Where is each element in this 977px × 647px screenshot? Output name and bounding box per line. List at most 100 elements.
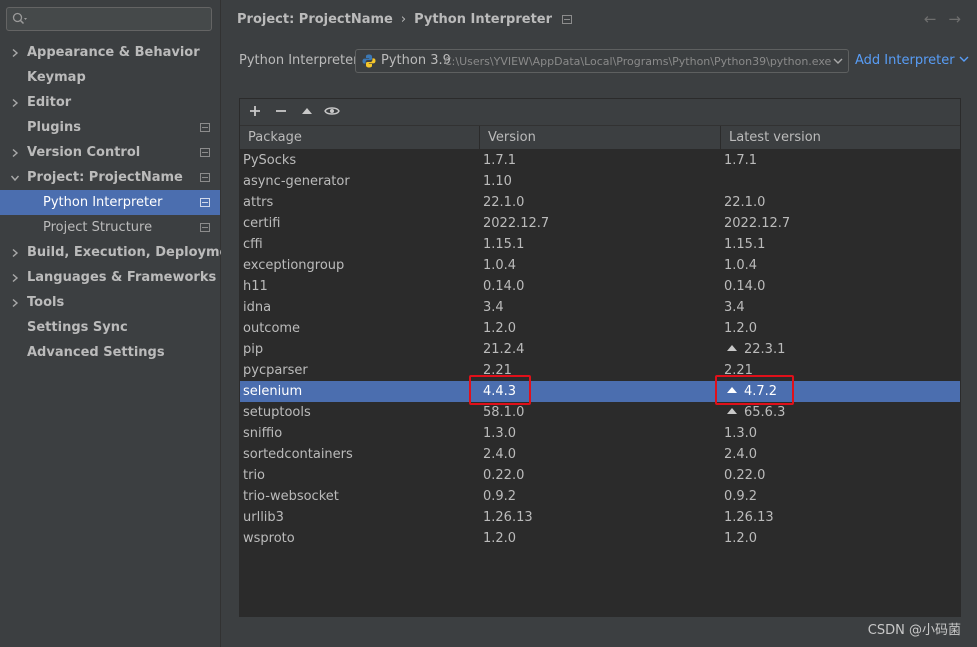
history-navigation: ← → <box>912 10 961 28</box>
table-row[interactable]: exceptiongroup 1.0.4 1.0.4 <box>240 255 960 276</box>
sidebar-item-label: Editor <box>27 95 72 110</box>
column-header-latest-version[interactable]: Latest version <box>721 126 960 150</box>
sidebar-item-label: Settings Sync <box>27 320 128 335</box>
package-name: wsproto <box>243 531 295 546</box>
package-version: 0.9.2 <box>483 489 517 504</box>
minus-icon <box>276 110 286 112</box>
sidebar-item-label: Build, Execution, Deployment <box>27 245 244 260</box>
sidebar-item-editor[interactable]: Editor <box>0 90 220 115</box>
package-latest-version: 1.7.1 <box>724 150 757 171</box>
table-row[interactable]: urllib3 1.26.13 1.26.13 <box>240 507 960 528</box>
packages-table: Package Version Latest version PySocks 1.… <box>240 126 960 616</box>
back-arrow-icon[interactable]: ← <box>924 10 937 28</box>
chevron-down-icon <box>959 56 969 67</box>
settings-sidebar: Appearance & Behavior Keymap Editor Plugins… <box>0 0 244 647</box>
table-row[interactable]: h11 0.14.0 0.14.0 <box>240 276 960 297</box>
table-row[interactable]: async-generator 1.10 <box>240 171 960 192</box>
package-latest-version: 2.4.0 <box>724 444 757 465</box>
sidebar-item-languages-frameworks[interactable]: Languages & Frameworks <box>0 265 220 290</box>
latest-version-highlight-box <box>715 375 794 405</box>
latest-version-text: 22.1.0 <box>724 195 766 210</box>
sidebar-item-build-execution-deployment[interactable]: Build, Execution, Deployment <box>0 240 244 265</box>
sidebar-item-appearance-behavior[interactable]: Appearance & Behavior <box>0 40 220 65</box>
interpreter-path: C:\Users\YVIEW\AppData\Local\Programs\Py… <box>444 55 832 68</box>
package-name: pip <box>243 342 264 357</box>
table-row[interactable]: certifi 2022.12.7 2022.12.7 <box>240 213 960 234</box>
breadcrumb-separator: › <box>400 12 407 27</box>
package-name: cffi <box>243 237 263 252</box>
sidebar-item-version-control[interactable]: Version Control <box>0 140 220 165</box>
table-row[interactable]: setuptools 58.1.0 65.6.3 <box>240 402 960 423</box>
breadcrumb-page: Python Interpreter <box>414 12 553 27</box>
package-version: 1.10 <box>483 174 512 189</box>
package-latest-version: 2022.12.7 <box>724 213 790 234</box>
column-header-version[interactable]: Version <box>480 126 721 150</box>
package-latest-version: 22.1.0 <box>724 192 765 213</box>
chevron-right-icon[interactable] <box>10 40 20 65</box>
package-name: sniffio <box>243 426 283 441</box>
interpreter-label: Python Interpreter: <box>239 53 363 68</box>
chevron-down-icon[interactable] <box>10 165 20 190</box>
sidebar-item-python-interpreter[interactable]: Python Interpreter <box>0 190 220 215</box>
table-row[interactable]: idna 3.4 3.4 <box>240 297 960 318</box>
column-header-package[interactable]: Package <box>240 126 480 150</box>
interpreter-select[interactable]: Python 3.9 C:\Users\YVIEW\AppData\Local\… <box>355 49 849 73</box>
table-row[interactable]: outcome 1.2.0 1.2.0 <box>240 318 960 339</box>
package-name: PySocks <box>243 153 297 168</box>
table-row[interactable]: cffi 1.15.1 1.15.1 <box>240 234 960 255</box>
latest-version-text: 2.4.0 <box>724 447 758 462</box>
sidebar-item-advanced-settings[interactable]: Advanced Settings <box>0 340 220 365</box>
package-name: pycparser <box>243 363 308 378</box>
table-row[interactable]: sniffio 1.3.0 1.3.0 <box>240 423 960 444</box>
table-row[interactable]: PySocks 1.7.1 1.7.1 <box>240 150 960 171</box>
chevron-right-icon[interactable] <box>10 240 20 265</box>
table-row[interactable]: pycparser 2.21 2.21 <box>240 360 960 381</box>
package-version: 2022.12.7 <box>483 216 550 231</box>
table-row[interactable]: sortedcontainers 2.4.0 2.4.0 <box>240 444 960 465</box>
sidebar-item-tools[interactable]: Tools <box>0 290 220 315</box>
sidebar-item-label: Languages & Frameworks <box>27 270 217 285</box>
table-row[interactable]: wsproto 1.2.0 1.2.0 <box>240 528 960 549</box>
sidebar-item-plugins[interactable]: Plugins <box>0 115 220 140</box>
chevron-right-icon[interactable] <box>10 140 20 165</box>
table-row[interactable]: trio-websocket 0.9.2 0.9.2 <box>240 486 960 507</box>
sidebar-item-label: Advanced Settings <box>27 345 165 360</box>
package-version: 0.14.0 <box>483 279 525 294</box>
package-latest-version: 1.26.13 <box>724 507 774 528</box>
forward-arrow-icon[interactable]: → <box>948 10 961 28</box>
upgrade-arrow-icon <box>302 108 312 114</box>
table-row[interactable]: trio 0.22.0 0.22.0 <box>240 465 960 486</box>
breadcrumb-project[interactable]: Project: ProjectName <box>237 12 393 27</box>
sidebar-item-label: Appearance & Behavior <box>27 45 200 60</box>
show-early-releases-button[interactable] <box>323 103 341 121</box>
sidebar-item-project-projectname[interactable]: Project: ProjectName <box>0 165 220 190</box>
version-highlight-box <box>469 375 531 405</box>
table-row[interactable]: attrs 22.1.0 22.1.0 <box>240 192 960 213</box>
latest-version-text: 1.15.1 <box>724 237 766 252</box>
sidebar-item-settings-sync[interactable]: Settings Sync <box>0 315 220 340</box>
upgrade-package-button[interactable] <box>298 103 316 121</box>
latest-version-text: 3.4 <box>724 300 745 315</box>
latest-version-text: 0.14.0 <box>724 279 766 294</box>
sidebar-item-project-structure[interactable]: Project Structure <box>0 215 220 240</box>
settings-search-input[interactable] <box>6 7 212 31</box>
eye-icon <box>324 107 340 115</box>
add-package-button[interactable] <box>246 103 264 121</box>
latest-version-text: 0.22.0 <box>724 468 766 483</box>
table-row[interactable]: selenium 4.4.3 4.7.2 <box>240 381 960 402</box>
package-latest-version: 1.2.0 <box>724 318 757 339</box>
remove-package-button[interactable] <box>272 103 290 121</box>
package-version: 58.1.0 <box>483 405 525 420</box>
add-interpreter-link[interactable]: Add Interpreter <box>855 53 969 68</box>
upgrade-available-icon <box>727 408 737 414</box>
chevron-right-icon[interactable] <box>10 290 20 315</box>
package-name: idna <box>243 300 272 315</box>
package-name: attrs <box>243 195 274 210</box>
settings-content: Project: ProjectName › Python Interpreter … <box>221 0 977 647</box>
sidebar-item-keymap[interactable]: Keymap <box>0 65 220 90</box>
table-row[interactable]: pip 21.2.4 22.3.1 <box>240 339 960 360</box>
package-name: certifi <box>243 216 281 231</box>
chevron-right-icon[interactable] <box>10 90 20 115</box>
package-version: 1.2.0 <box>483 321 517 336</box>
chevron-right-icon[interactable] <box>10 265 20 290</box>
